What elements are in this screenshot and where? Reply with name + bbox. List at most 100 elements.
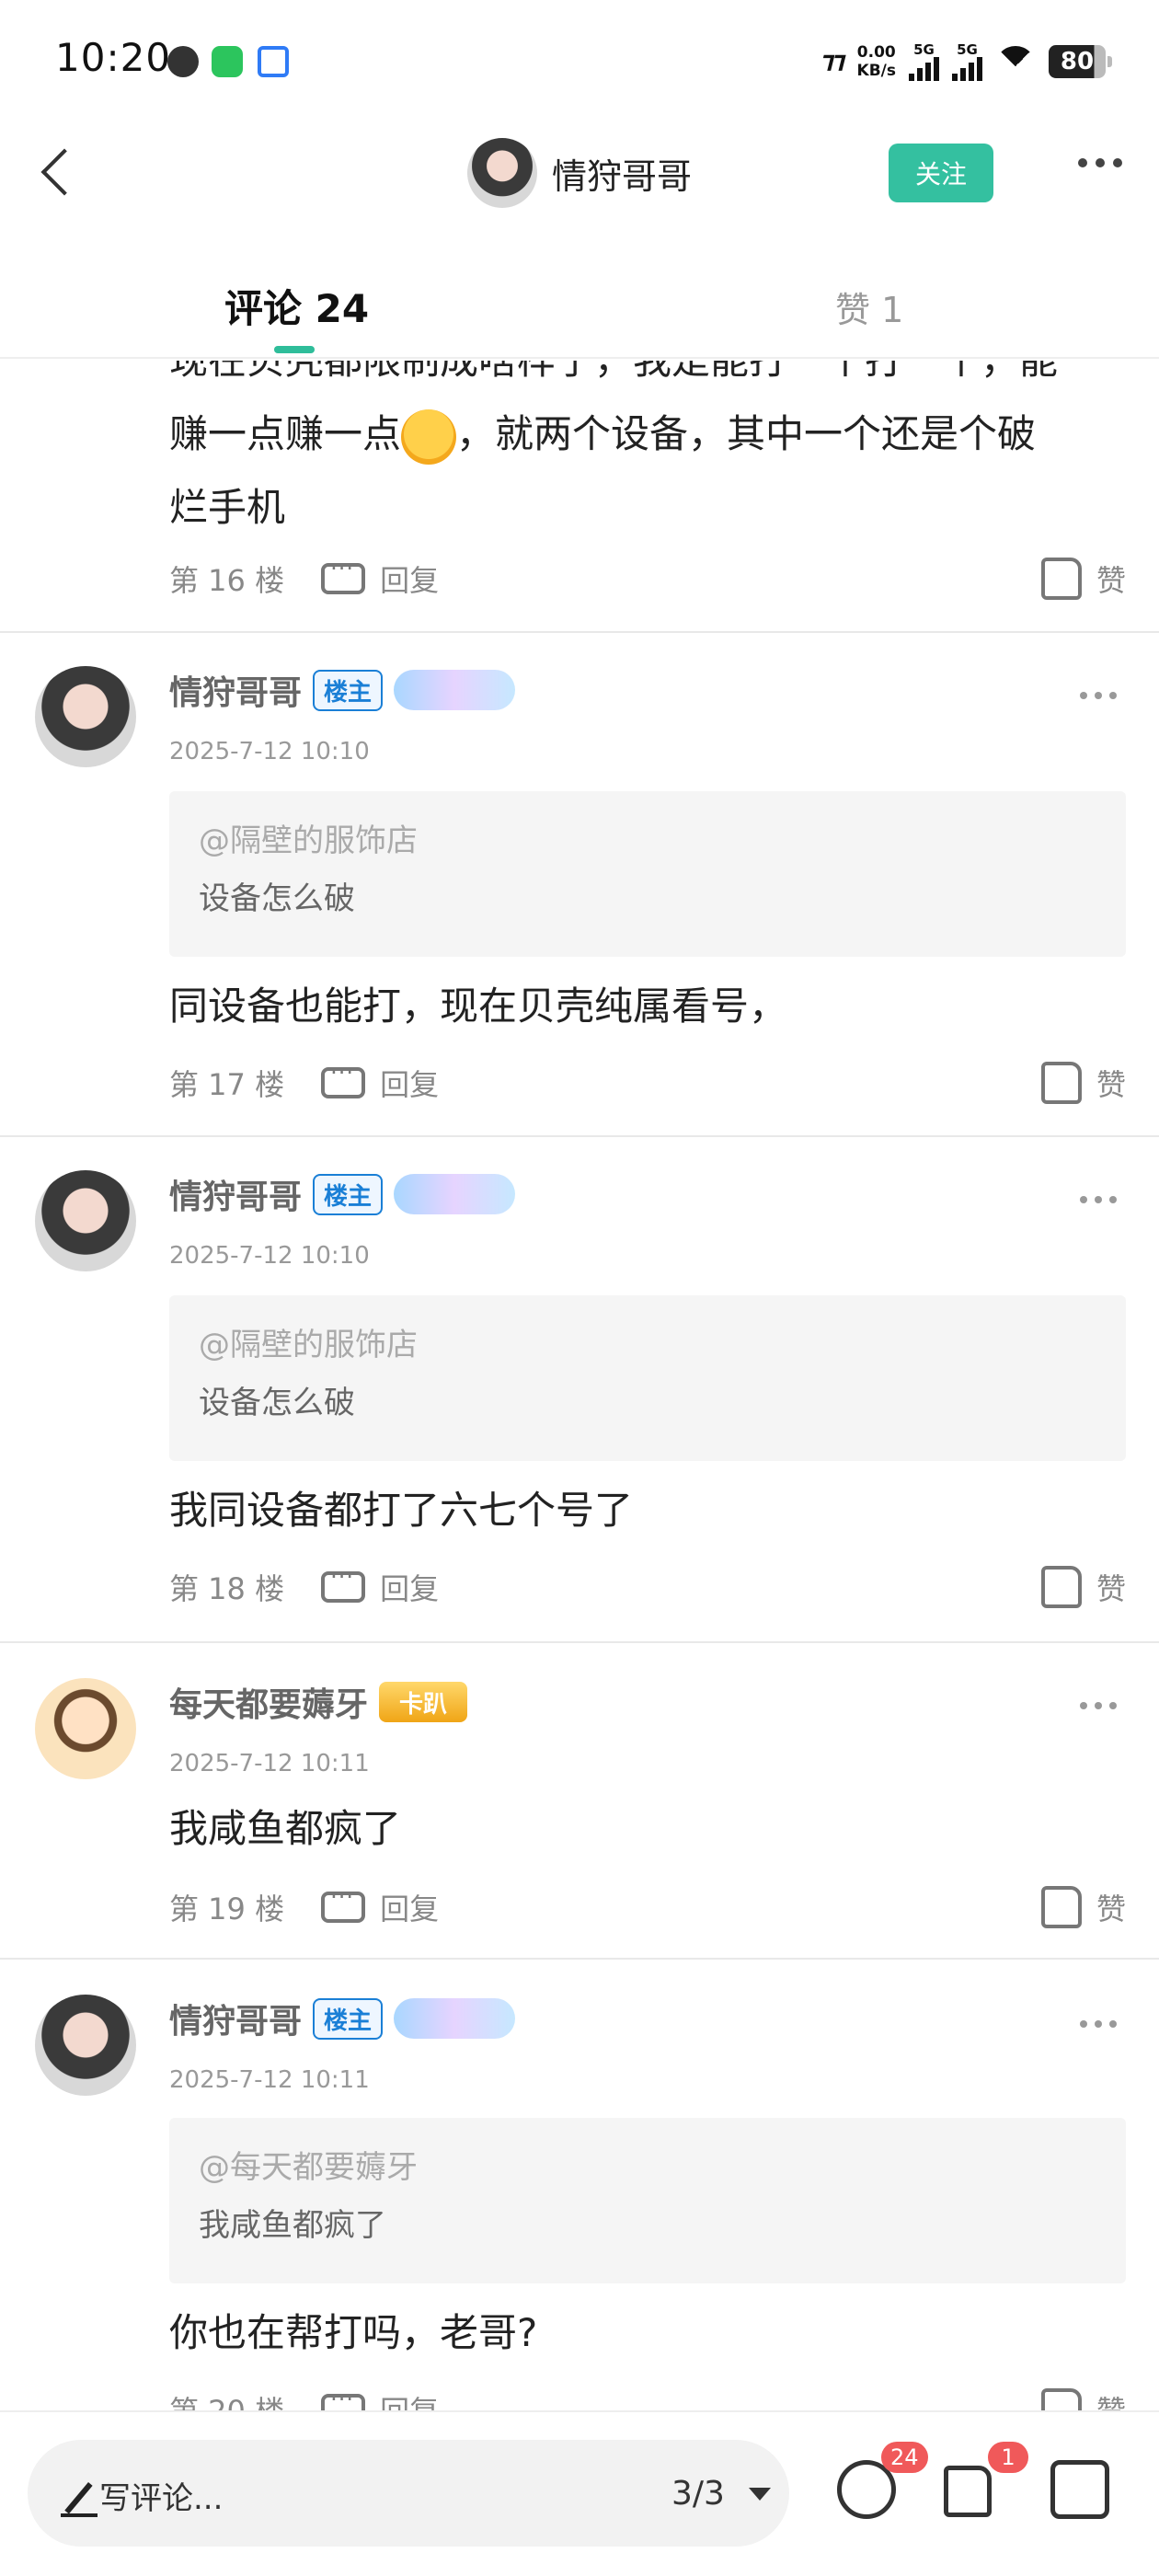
reply-icon[interactable]: [321, 1564, 366, 1603]
reply-button[interactable]: 回复: [380, 558, 439, 600]
status-indicators: ㄲ 0.00 KB/s 5G 5G 80: [815, 39, 1112, 84]
floor-number: 第 19 楼: [169, 1892, 285, 1926]
thumbs-up-icon: [1040, 1062, 1082, 1104]
comment-body: 同设备也能打，现在贝壳纯属看号，: [169, 983, 788, 1029]
floor-number: 第 16 楼: [169, 563, 285, 598]
chevron-left-icon: [40, 148, 88, 196]
thumbs-up-icon: [1040, 1566, 1082, 1608]
quoted-comment[interactable]: @隔壁的服饰店 设备怎么破: [169, 1295, 1126, 1461]
op-badge: 楼主: [313, 1173, 384, 1215]
avatar[interactable]: [35, 1995, 136, 2096]
level-badge: [394, 1174, 516, 1214]
comment-body: 现在贝壳都限制成啥样了，我是能打一个打一个，能 赚一点赚一点，就两个设备，其中一…: [169, 361, 1135, 545]
comment-header: 每天都要薅牙 卡趴: [169, 1678, 468, 1726]
comment-item: 现在贝壳都限制成啥样了，我是能打一个打一个，能 赚一点赚一点，就两个设备，其中一…: [0, 361, 1159, 633]
comment-time: 2025-7-12 10:11: [169, 1750, 370, 1777]
phone-app-icon: [212, 46, 243, 77]
like-count-badge: 1: [988, 2442, 1028, 2473]
reply-icon[interactable]: [321, 556, 366, 594]
caret-down-icon[interactable]: [749, 2488, 771, 2501]
wifi-icon: [995, 45, 1036, 77]
status-time: 10:20: [55, 35, 172, 80]
nfc-icon: ㄲ: [815, 46, 844, 83]
thumbs-up-icon[interactable]: [944, 2466, 992, 2517]
avatar[interactable]: [35, 1170, 136, 1271]
share-icon[interactable]: [1050, 2460, 1109, 2519]
thumbs-up-icon: [1040, 1886, 1082, 1928]
grinning-squint-emoji-icon: [401, 408, 457, 465]
tab-likes[interactable]: 赞 1: [835, 282, 903, 332]
back-button[interactable]: [24, 140, 88, 204]
more-options-icon[interactable]: [1080, 692, 1117, 699]
like-button[interactable]: 赞: [1040, 1566, 1126, 1608]
like-button[interactable]: 赞: [1040, 558, 1126, 600]
like-button[interactable]: 赞: [1040, 2388, 1126, 2410]
status-bar: 10:20 ㄲ 0.00 KB/s 5G 5G 80: [0, 0, 1159, 123]
battery-icon: 80: [1049, 44, 1112, 78]
write-comment-placeholder[interactable]: 写评论...: [99, 2473, 223, 2518]
tab-bar: 评论 24 赞 1: [0, 258, 1159, 359]
follow-button[interactable]: 关注: [889, 144, 993, 202]
comment-time: 2025-7-12 10:10: [169, 1242, 370, 1270]
thumbs-up-icon: [1040, 558, 1082, 600]
more-options-icon[interactable]: [1080, 1196, 1117, 1203]
comment-list[interactable]: 现在贝壳都限制成啥样了，我是能打一个打一个，能 赚一点赚一点，就两个设备，其中一…: [0, 361, 1159, 2410]
floor-number: 第 18 楼: [169, 1571, 285, 1606]
comment-footer: 第 20 楼 回复 赞: [169, 2386, 1126, 2410]
comment-footer: 第 19 楼 回复 赞: [169, 1884, 1126, 1928]
nav-user-name[interactable]: 情狩哥哥: [552, 148, 692, 199]
blue-app-icon: [258, 46, 289, 77]
member-badge: 卡趴: [379, 1682, 468, 1722]
reply-button[interactable]: 回复: [380, 1566, 439, 1608]
like-button[interactable]: 赞: [1040, 1062, 1126, 1104]
more-options-icon[interactable]: [1080, 1702, 1117, 1709]
reply-button[interactable]: 回复: [380, 1062, 439, 1104]
comment-item: 每天都要薅牙 卡趴 2025-7-12 10:11 我咸鱼都疯了 第 19 楼 …: [0, 1645, 1159, 1960]
reply-icon[interactable]: [321, 2386, 366, 2410]
reply-button[interactable]: 回复: [380, 1886, 439, 1928]
comment-item: 情狩哥哥 楼主 2025-7-12 10:11 @每天都要薅牙 我咸鱼都疯了 你…: [0, 1961, 1159, 2410]
floor-number: 第 20 楼: [169, 2388, 284, 2410]
avatar[interactable]: [35, 1678, 136, 1779]
more-options-icon[interactable]: [1080, 2020, 1117, 2028]
floor-number: 第 17 楼: [169, 1067, 285, 1102]
comment-footer: 第 18 楼 回复 赞: [169, 1564, 1126, 1608]
quoted-user: @隔壁的服饰店: [199, 822, 418, 859]
quoted-text: 设备怎么破: [199, 880, 355, 917]
page-indicator[interactable]: 3/3: [671, 2475, 725, 2513]
nav-user[interactable]: 情狩哥哥: [467, 138, 692, 208]
comment-time: 2025-7-12 10:11: [169, 2066, 370, 2094]
level-badge: [394, 1998, 516, 2039]
signal-icon: 5G: [909, 42, 939, 81]
quoted-text: 我咸鱼都疯了: [199, 2207, 386, 2244]
net-speed: 0.00 KB/s: [856, 42, 896, 80]
comment-author[interactable]: 每天都要薅牙: [169, 1678, 368, 1726]
like-button[interactable]: 赞: [1040, 1886, 1126, 1928]
comment-header: 情狩哥哥 楼主: [169, 666, 516, 714]
write-comment-input[interactable]: 写评论... 3/3: [28, 2440, 789, 2547]
thumbs-up-icon: [1040, 2388, 1082, 2410]
op-badge: 楼主: [313, 669, 384, 711]
reply-icon[interactable]: [321, 1060, 366, 1098]
comment-footer: 第 17 楼 回复 赞: [169, 1060, 1126, 1104]
reply-icon[interactable]: [321, 1884, 366, 1923]
comment-author[interactable]: 情狩哥哥: [169, 666, 302, 714]
comment-author[interactable]: 情狩哥哥: [169, 1170, 302, 1218]
avatar[interactable]: [35, 666, 136, 767]
comment-author[interactable]: 情狩哥哥: [169, 1995, 302, 2042]
pencil-icon: [61, 2480, 98, 2517]
quoted-user: @隔壁的服饰店: [199, 1327, 418, 1363]
comment-count-badge: 24: [881, 2442, 928, 2473]
tab-indicator: [274, 346, 315, 353]
reply-button[interactable]: 回复: [380, 2388, 439, 2410]
quoted-comment[interactable]: @隔壁的服饰店 设备怎么破: [169, 791, 1126, 957]
comment-header: 情狩哥哥 楼主: [169, 1170, 516, 1218]
comment-body: 我同设备都打了六七个号了: [169, 1488, 634, 1533]
comment-body: 我咸鱼都疯了: [169, 1806, 402, 1851]
quoted-comment[interactable]: @每天都要薅牙 我咸鱼都疯了: [169, 2118, 1126, 2283]
more-options-icon[interactable]: [1078, 158, 1122, 167]
avatar[interactable]: [467, 138, 537, 208]
comment-body: 你也在帮打吗，老哥?: [169, 2310, 538, 2355]
tab-comments[interactable]: 评论 24: [224, 278, 369, 334]
quoted-user: @每天都要薅牙: [199, 2149, 418, 2186]
